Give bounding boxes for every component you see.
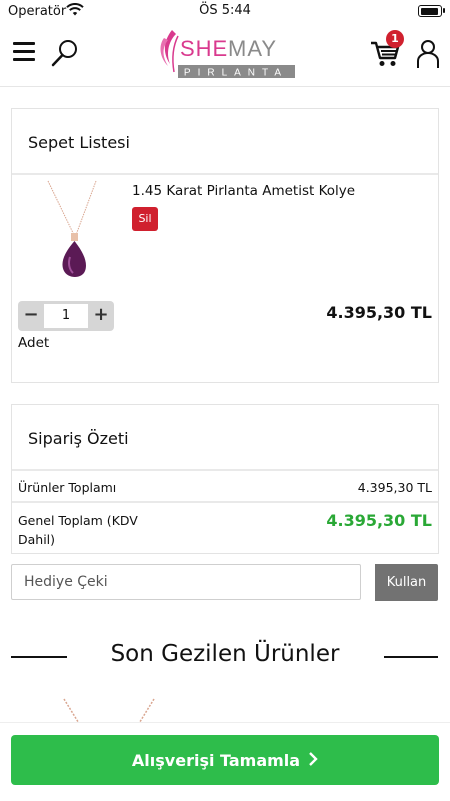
total-label: Genel Toplam (KDV Dahil) <box>18 513 138 547</box>
checkout-label: Alışverişi Tamamla <box>131 750 301 770</box>
divider <box>12 173 438 175</box>
order-summary-title: Sipariş Özeti <box>28 429 129 448</box>
divider <box>12 501 438 503</box>
quantity-label: Adet <box>18 335 50 351</box>
product-name[interactable]: 1.45 Karat Pirlanta Ametist Kolye <box>132 183 355 199</box>
delete-item-button[interactable]: Sil <box>132 207 158 231</box>
clock: ÖS 5:44 <box>199 3 251 18</box>
chevron-right-icon <box>308 751 318 770</box>
order-summary-card: Sipariş Özeti Ürünler Toplamı 4.395,30 T… <box>11 404 439 554</box>
decrease-quantity-button[interactable]: − <box>18 301 44 331</box>
quantity-value[interactable]: 1 <box>44 304 88 328</box>
gift-voucher-input[interactable] <box>11 564 361 600</box>
checkout-button[interactable]: Alışverişi Tamamla <box>11 735 439 785</box>
divider <box>384 656 438 658</box>
cart-count-badge: 1 <box>386 30 404 48</box>
apply-voucher-button[interactable]: Kullan <box>375 564 438 601</box>
quantity-stepper: − 1 + <box>18 301 114 331</box>
increase-quantity-button[interactable]: + <box>88 301 114 331</box>
recently-viewed-header: Son Gezilen Ürünler <box>0 640 450 674</box>
brand-logo[interactable]: SHE MAY PIRLANTA <box>150 26 300 82</box>
user-icon[interactable] <box>416 39 440 73</box>
cart-list-card: Sepet Listesi 1.45 Karat Pirlanta Ametis… <box>11 108 439 383</box>
recently-viewed-title: Son Gezilen Ürünler <box>110 641 340 667</box>
item-price: 4.395,30 TL <box>326 303 432 322</box>
status-bar: Operatör ÖS 5:44 <box>0 0 450 22</box>
svg-text:SHE: SHE <box>180 36 228 61</box>
divider <box>12 469 438 471</box>
subtotal-label: Ürünler Toplamı <box>18 480 117 495</box>
subtotal-value: 4.395,30 TL <box>357 480 432 495</box>
svg-text:PIRLANTA: PIRLANTA <box>184 68 288 79</box>
svg-text:MAY: MAY <box>228 36 277 61</box>
product-image[interactable] <box>30 179 114 287</box>
cart-list-title: Sepet Listesi <box>28 133 130 152</box>
battery-icon <box>418 5 445 17</box>
search-icon[interactable] <box>50 38 80 72</box>
app-header: SHE MAY PIRLANTA 1 <box>0 22 450 87</box>
total-value: 4.395,30 TL <box>326 511 432 530</box>
menu-icon[interactable] <box>13 42 35 62</box>
